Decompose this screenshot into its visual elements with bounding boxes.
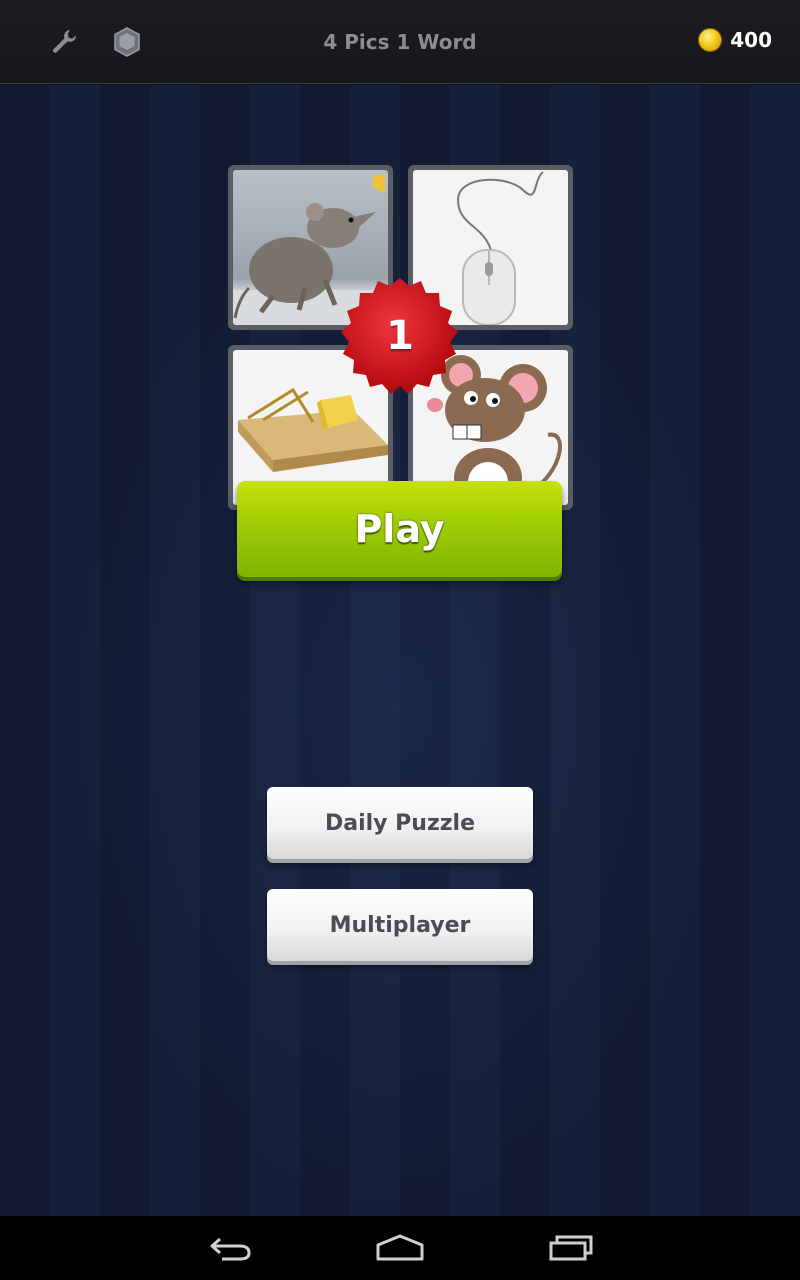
coin-count: 400 <box>730 28 772 52</box>
recent-apps-icon[interactable] <box>540 1226 600 1270</box>
play-button[interactable]: Play <box>237 481 562 577</box>
level-badge: 1 <box>336 272 464 400</box>
home-icon[interactable] <box>370 1226 430 1270</box>
level-number: 1 <box>386 313 414 359</box>
top-bar: 4 Pics 1 Word 400 <box>0 0 800 84</box>
back-icon[interactable] <box>200 1226 260 1270</box>
coin-balance[interactable]: 400 <box>698 28 772 52</box>
daily-puzzle-button[interactable]: Daily Puzzle <box>267 787 533 859</box>
coin-icon <box>698 28 723 52</box>
app-title: 4 Pics 1 Word <box>323 30 477 54</box>
multiplayer-button[interactable]: Multiplayer <box>267 889 533 961</box>
system-nav-bar <box>0 1216 800 1280</box>
